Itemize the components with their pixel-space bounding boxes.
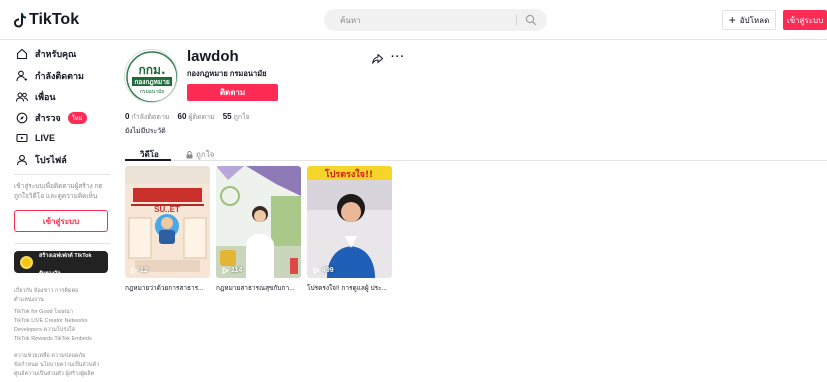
home-icon	[16, 48, 28, 60]
footer-links: ความช่วยเหลือ ความปลอดภัย ข้อกำหนด นโยบา…	[14, 352, 114, 379]
sidebar-item-friends[interactable]: เพื่อน	[16, 90, 56, 104]
sidebar-item-live[interactable]: LIVE	[16, 132, 55, 144]
stat-likes: 55 ถูกใจ	[222, 112, 250, 121]
sidebar-divider	[14, 174, 110, 175]
footer-link[interactable]: TikTok LIVE Creator Networks	[14, 317, 114, 326]
login-hint: เข้าสู่ระบบเพื่อติดตามผู้สร้าง กดถูกใจวิ…	[14, 183, 103, 200]
video-caption[interactable]: กฎหมายว่าด้วยการสาธาร...	[125, 283, 210, 293]
footer-link[interactable]: TikTok for Good โฆษณา	[14, 308, 114, 317]
footer-link[interactable]: ศูนย์ความเป็นส่วนตัว ผู้สร้างผู้ผลิต	[14, 370, 114, 379]
tiktok-note-icon	[14, 12, 26, 28]
video-thumbnail: SU..ET	[125, 166, 210, 278]
sidebar: สำหรับคุณ กำลังติดตาม เพื่อน สำรวจ ใหม่ …	[0, 40, 118, 382]
sidebar-item-label: สำรวจ	[35, 113, 61, 123]
view-count: 114	[222, 267, 242, 274]
profile-username: lawdoh	[187, 48, 239, 65]
following-icon	[16, 70, 27, 82]
more-options-icon[interactable]: ···	[391, 51, 405, 63]
search-icon[interactable]	[525, 14, 537, 26]
stat-following[interactable]: 0 กำลังติดตาม	[125, 112, 170, 123]
play-icon	[222, 267, 229, 274]
thumb-text: SU..ET	[154, 205, 180, 214]
avatar-text-sub: กรมอนามัย	[140, 89, 165, 95]
sidebar-item-following[interactable]: กำลังติดตาม	[16, 69, 84, 83]
new-badge: ใหม่	[67, 112, 87, 124]
effect-card-subtitle: รับรางวัล	[39, 271, 61, 277]
sidebar-item-label: สำหรับคุณ	[35, 49, 77, 59]
avatar-text-abbr: กกม.	[139, 63, 166, 77]
sidebar-login-button[interactable]: เข้าสู่ระบบ	[14, 210, 108, 232]
view-count: 499	[313, 267, 334, 274]
friends-icon	[16, 92, 28, 102]
tab-active-indicator	[125, 159, 171, 161]
create-effects-card[interactable]: สร้างเอฟเฟกต์ TikTok รับรางวัล	[14, 251, 108, 277]
sidebar-item-label: กำลังติดตาม	[35, 71, 84, 81]
sidebar-item-profile[interactable]: โปรไฟล์	[16, 153, 67, 167]
thumb-title: โปรตรงใจ!!	[324, 168, 373, 180]
tabs-divider	[125, 160, 827, 161]
live-icon	[16, 133, 28, 143]
sidebar-item-label: LIVE	[35, 133, 56, 143]
follow-button[interactable]: ติดตาม	[187, 84, 278, 101]
view-count: 12	[131, 267, 148, 274]
footer-link[interactable]: ตำแหน่งงาน	[14, 296, 114, 305]
profile-bio: ยังไม่มีประวัติ	[125, 128, 166, 135]
profile-stats: 0 กำลังติดตาม 60 ผู้ติดตาม 55 ถูกใจ	[125, 112, 250, 123]
sidebar-item-label: เพื่อน	[35, 92, 56, 102]
profile-icon	[16, 154, 28, 166]
explore-icon	[16, 112, 28, 124]
video-caption[interactable]: โปรตรงใจ!! การดูแลผู้ ประ...	[307, 283, 392, 293]
search-placeholder: ค้นหา	[340, 15, 361, 25]
video-caption[interactable]: กฎหมายสาธารณสุขกับกา...	[216, 283, 301, 293]
share-icon[interactable]	[372, 54, 383, 64]
login-button[interactable]: เข้าสู่ระบบ	[783, 10, 827, 30]
effect-card-title: สร้างเอฟเฟกต์ TikTok	[39, 253, 92, 259]
upload-button[interactable]: + อัปโหลด	[722, 10, 776, 30]
tiktok-logo[interactable]: TikTok	[12, 11, 79, 29]
footer-link[interactable]: Developers ความโปร่งใส	[14, 326, 114, 335]
top-bar: TikTok ค้นหา + อัปโหลด เข้าสู่ระบบ	[0, 0, 827, 40]
search-divider	[516, 14, 517, 26]
sidebar-item-explore[interactable]: สำรวจ ใหม่	[16, 111, 87, 125]
video-thumbnail	[216, 166, 301, 278]
footer-link[interactable]: TikTok Rewards TikTok Embeds	[14, 335, 114, 344]
play-icon	[131, 267, 138, 274]
stat-followers[interactable]: 60 ผู้ติดตาม	[178, 112, 215, 123]
profile-nickname: กองกฎหมาย กรมอนามัย	[187, 69, 267, 78]
video-card[interactable]: โปรตรงใจ!! 499	[307, 166, 392, 278]
search-input[interactable]: ค้นหา	[324, 9, 547, 31]
department-logo: กกม. กองกฎหมาย กรมอนามัย	[126, 51, 177, 102]
upload-label: อัปโหลด	[739, 15, 770, 25]
avatar-text-main: กองกฎหมาย	[134, 78, 170, 86]
sidebar-item-for-you[interactable]: สำหรับคุณ	[16, 47, 76, 61]
lock-icon	[186, 150, 193, 158]
coin-icon	[20, 255, 33, 269]
footer-links: TikTok for Good โฆษณา TikTok LIVE Creato…	[14, 308, 114, 344]
avatar[interactable]: กกม. กองกฎหมาย กรมอนามัย	[124, 49, 178, 103]
video-card[interactable]: 114	[216, 166, 301, 278]
video-card[interactable]: SU..ET 12	[125, 166, 210, 278]
video-thumbnail: โปรตรงใจ!!	[307, 166, 392, 278]
plus-icon: +	[728, 13, 736, 27]
footer-links: เกี่ยวกับ ห้องข่าว การติดต่อ ตำแหน่งงาน	[14, 287, 114, 305]
footer-link[interactable]: ความช่วยเหลือ ความปลอดภัย	[14, 352, 114, 361]
logo-text: TikTok	[29, 11, 80, 28]
footer-link[interactable]: ข้อกำหนด นโยบายความเป็นส่วนตัว	[14, 361, 114, 370]
sidebar-item-label: โปรไฟล์	[35, 155, 67, 165]
footer-link[interactable]: เกี่ยวกับ ห้องข่าว การติดต่อ	[14, 287, 114, 296]
play-icon	[313, 267, 320, 274]
